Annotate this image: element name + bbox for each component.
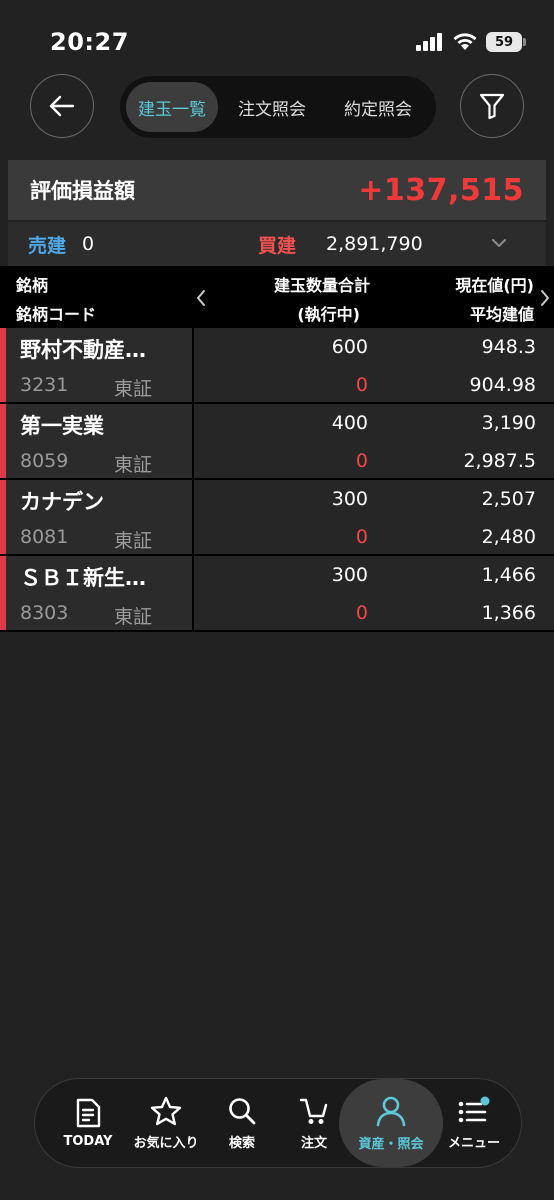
- name-cell: ＳＢＩ新生… 8303 東証: [6, 556, 192, 630]
- bottom-nav: TODAY お気に入り 検索 注文 資産・照会 メニュー: [34, 1078, 522, 1168]
- header-name: 銘柄: [16, 276, 49, 295]
- table-header: 銘柄 銘柄コード 建玉数量合計 (執行中) 現在値(円) 平均建値: [0, 266, 554, 328]
- table-row[interactable]: ＳＢＩ新生… 8303 東証 300 0 1,466 1,366: [0, 556, 554, 632]
- document-icon: [76, 1098, 101, 1127]
- nav-search[interactable]: 検索: [205, 1079, 279, 1167]
- average-price: 904.98: [469, 374, 536, 396]
- position-qty: 300: [331, 564, 368, 586]
- order-icon: [299, 1098, 328, 1124]
- star-icon: [150, 1096, 182, 1125]
- nav-label: メニュー: [447, 1135, 500, 1151]
- header-qty: 建玉数量合計: [273, 276, 370, 295]
- tab-positions[interactable]: 建玉一覧: [126, 82, 218, 132]
- stock-name: 野村不動産…: [20, 338, 146, 362]
- chevron-right-icon[interactable]: [538, 288, 552, 308]
- nav-label: お気に入り: [133, 1135, 199, 1151]
- position-qty: 600: [331, 336, 368, 358]
- signal-icon: [416, 33, 442, 51]
- header: 建玉一覧 注文照会 約定照会: [0, 72, 554, 142]
- status-time: 20:27: [50, 28, 129, 56]
- header-pending: (執行中): [297, 305, 360, 324]
- current-price: 3,190: [481, 412, 536, 434]
- stock-market: 東証: [114, 530, 153, 552]
- row-divider: [192, 556, 194, 630]
- nav-today[interactable]: TODAY: [49, 1079, 127, 1167]
- header-code: 銘柄コード: [16, 305, 97, 324]
- position-qty: 400: [331, 412, 368, 434]
- row-divider: [192, 480, 194, 554]
- average-price: 2,480: [481, 526, 536, 548]
- buy-position-label: 買建: [258, 234, 297, 257]
- stock-code: 8081: [20, 526, 69, 548]
- view-tabs: 建玉一覧 注文照会 約定照会: [120, 76, 436, 138]
- name-cell: 第一実業 8059 東証: [6, 404, 192, 478]
- average-price: 2,987.5: [463, 450, 536, 472]
- battery-icon: 59: [486, 32, 526, 52]
- position-totals-row[interactable]: 売建 0 買建 2,891,790: [8, 222, 546, 266]
- nav-assets[interactable]: 資産・照会: [339, 1079, 443, 1167]
- nav-label: TODAY: [63, 1133, 113, 1149]
- stock-market: 東証: [114, 606, 153, 628]
- header-avg: 平均建値: [469, 305, 534, 324]
- name-cell: カナデン 8081 東証: [6, 480, 192, 554]
- chevron-down-icon[interactable]: [490, 232, 508, 254]
- average-price: 1,366: [481, 602, 536, 624]
- profit-loss-label: 評価損益額: [30, 179, 135, 203]
- status-bar: 20:27 59: [0, 0, 554, 70]
- stock-market: 東証: [114, 454, 153, 476]
- stock-code: 3231: [20, 374, 69, 396]
- tab-orders[interactable]: 注文照会: [218, 82, 326, 132]
- position-qty: 300: [331, 488, 368, 510]
- pending-qty: 0: [355, 602, 368, 624]
- stock-code: 8059: [20, 450, 69, 472]
- pending-qty: 0: [355, 450, 368, 472]
- chevron-left-icon[interactable]: [194, 288, 208, 308]
- arrow-left-icon: [49, 95, 75, 117]
- search-icon: [229, 1097, 256, 1124]
- filter-icon: [479, 93, 505, 120]
- summary-panel: 評価損益額 +137,515 売建 0 買建 2,891,790: [8, 160, 546, 266]
- current-price: 1,466: [481, 564, 536, 586]
- nav-favorites[interactable]: お気に入り: [127, 1079, 205, 1167]
- stock-code: 8303: [20, 602, 69, 624]
- stock-market: 東証: [114, 378, 153, 400]
- current-price: 948.3: [481, 336, 536, 358]
- stock-name: 第一実業: [20, 414, 104, 438]
- list-icon: [458, 1096, 490, 1122]
- current-price: 2,507: [481, 488, 536, 510]
- row-divider: [192, 404, 194, 478]
- stock-name: ＳＢＩ新生…: [20, 566, 146, 590]
- name-cell: 野村不動産… 3231 東証: [6, 328, 192, 402]
- notification-dot: [480, 1096, 490, 1105]
- nav-label: 検索: [228, 1135, 255, 1151]
- header-price: 現在値(円): [455, 276, 534, 295]
- table-row[interactable]: カナデン 8081 東証 300 0 2,507 2,480: [0, 480, 554, 556]
- status-icons: 59: [416, 32, 526, 52]
- sell-position-value: 0: [82, 233, 95, 255]
- sell-position-label: 売建: [28, 234, 67, 257]
- nav-label: 資産・照会: [358, 1136, 424, 1152]
- person-icon: [376, 1096, 406, 1126]
- profit-loss-value: +137,515: [358, 172, 524, 208]
- nav-menu[interactable]: メニュー: [439, 1079, 509, 1167]
- nav-label: 注文: [300, 1135, 327, 1151]
- table-row[interactable]: 第一実業 8059 東証 400 0 3,190 2,987.5: [0, 404, 554, 480]
- stock-name: カナデン: [20, 490, 104, 514]
- table-row[interactable]: 野村不動産… 3231 東証 600 0 948.3 904.98: [0, 328, 554, 404]
- filter-button[interactable]: [460, 74, 524, 138]
- pending-qty: 0: [355, 374, 368, 396]
- profit-loss-row: 評価損益額 +137,515: [8, 160, 546, 220]
- back-button[interactable]: [30, 74, 94, 138]
- row-divider: [192, 328, 194, 402]
- positions-list: 野村不動産… 3231 東証 600 0 948.3 904.98 第一実業 8…: [0, 328, 554, 632]
- pending-qty: 0: [355, 526, 368, 548]
- buy-position-value: 2,891,790: [326, 233, 423, 255]
- tab-executions[interactable]: 約定照会: [326, 82, 430, 132]
- wifi-icon: [453, 33, 477, 50]
